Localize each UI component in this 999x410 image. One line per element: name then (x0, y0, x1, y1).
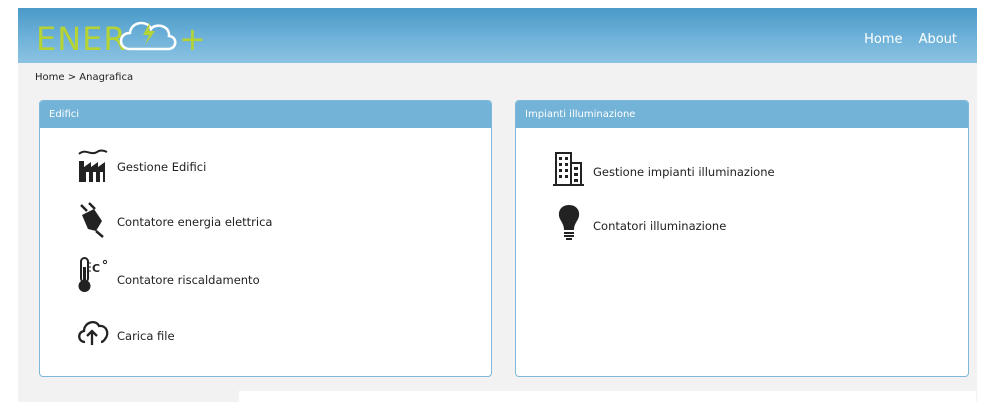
svg-text:+: + (179, 20, 206, 58)
building-icon (553, 152, 584, 186)
enercloud-logo[interactable]: ENER + (34, 11, 234, 61)
app-root: ENER + Home About Home > Anagrafica Edif… (18, 8, 977, 410)
panel-edifici: Edifici Gestione Edifici Contatore energ… (39, 100, 492, 377)
plug-icon (80, 202, 104, 238)
panel-impianti-title: Impianti illuminazione (516, 101, 968, 128)
thermometer-icon: C (78, 257, 108, 292)
svg-text:ENER: ENER (36, 20, 127, 58)
carica-file-label: Carica file (117, 329, 175, 343)
nav-links: Home About (853, 28, 957, 47)
gestione-edifici-label: Gestione Edifici (117, 160, 207, 174)
content-card (239, 391, 976, 410)
breadcrumb: Home > Anagrafica (35, 72, 134, 83)
svg-text:C: C (92, 262, 100, 275)
contatore-energia-label: Contatore energia elettrica (117, 215, 273, 229)
panel-impianti: Impianti illuminazione Gestione impianti… (515, 100, 969, 377)
navbar: ENER + Home About (18, 8, 977, 63)
contatore-riscaldamento-label: Contatore riscaldamento (117, 273, 260, 287)
nav-about-link[interactable]: About (919, 32, 957, 47)
panel-edifici-title: Edifici (40, 101, 491, 128)
lightbulb-icon (558, 205, 580, 240)
factory-icon (78, 149, 108, 182)
contatori-illuminazione-label: Contatori illuminazione (593, 219, 727, 233)
cloud-upload-icon (78, 320, 109, 345)
nav-home-link[interactable]: Home (864, 32, 902, 47)
gestione-impianti-label: Gestione impianti illuminazione (593, 165, 775, 179)
